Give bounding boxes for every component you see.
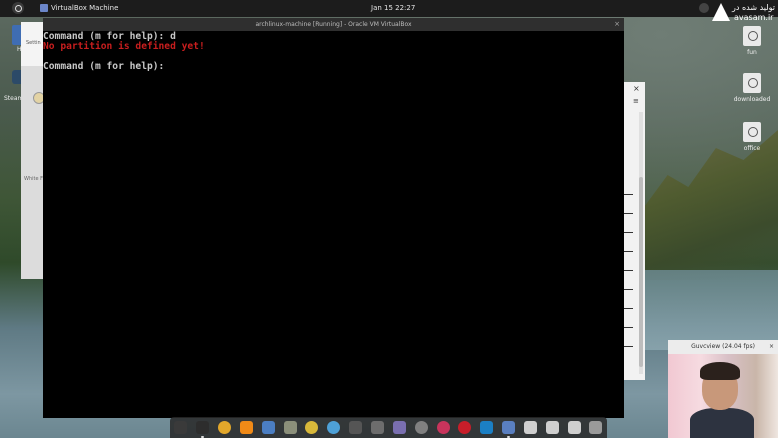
scrollbar-thumb[interactable] — [639, 177, 643, 367]
menu-icon[interactable]: ≡ — [633, 97, 639, 105]
inkscape-icon[interactable] — [371, 421, 385, 434]
watermark: تولید شده در avasam.ir — [712, 1, 778, 23]
opera-icon[interactable] — [458, 421, 472, 434]
desktop-icon-office[interactable]: office — [732, 122, 772, 152]
close-icon[interactable]: × — [633, 84, 640, 93]
drive-icon — [743, 122, 761, 142]
desktop-icon-label: fun — [747, 49, 757, 56]
trash-icon[interactable] — [589, 421, 603, 434]
drive-icon[interactable] — [523, 421, 537, 434]
close-icon[interactable]: × — [614, 18, 620, 31]
ruler-ticks — [623, 194, 637, 365]
desktop-icon-label: downloaded — [733, 96, 771, 103]
close-icon[interactable]: × — [769, 340, 774, 354]
virtualbox-icon[interactable] — [502, 421, 516, 438]
record-icon[interactable] — [436, 421, 450, 434]
webcam-titlebar[interactable]: Guvcview (24.04 fps) × — [668, 340, 778, 354]
webcam-title: Guvcview (24.04 fps) — [691, 343, 755, 350]
terminal-icon[interactable] — [196, 421, 210, 438]
dock — [170, 417, 607, 438]
settings-text-fragment: White F — [24, 176, 44, 182]
system-tray-icon[interactable] — [699, 3, 709, 13]
virtualbox-icon — [40, 4, 48, 12]
chrome-icon[interactable] — [218, 421, 232, 434]
drive-icon — [743, 73, 761, 93]
app-grid-icon[interactable] — [174, 421, 188, 434]
settings-title-fragment: Settin — [26, 40, 41, 46]
background-window[interactable]: × ≡ — [622, 82, 645, 380]
app-menu-label: VirtualBox Machine — [51, 4, 119, 12]
window-title: archlinux-machine [Running] - Oracle VM … — [255, 21, 412, 28]
drive-icon[interactable] — [567, 421, 581, 434]
webcam-video — [668, 354, 778, 438]
files-icon[interactable] — [283, 421, 297, 434]
console-line: No partition is defined yet! — [43, 41, 205, 52]
settings-window[interactable] — [21, 22, 45, 279]
activities-button[interactable] — [12, 2, 24, 14]
settings-icon[interactable] — [414, 421, 428, 434]
headphones-icon[interactable] — [261, 421, 275, 434]
desktop-icon-label: office — [743, 145, 761, 152]
top-panel: VirtualBox Machine Jan 15 22:27 — [0, 0, 778, 17]
person-hair — [700, 362, 740, 380]
desktop-icon-fun[interactable]: fun — [732, 26, 772, 56]
network-icon[interactable] — [392, 421, 406, 434]
desktop-icon-downloaded[interactable]: downloaded — [732, 73, 772, 103]
watermark-site: avasam.ir — [734, 13, 774, 22]
color-wheel-icon[interactable] — [327, 421, 341, 434]
virtualbox-window[interactable]: archlinux-machine [Running] - Oracle VM … — [43, 18, 624, 418]
vlc-icon[interactable] — [239, 421, 253, 434]
vm-console[interactable]: Command (m for help): d No partition is d… — [43, 32, 205, 72]
clock[interactable]: Jan 15 22:27 — [371, 4, 415, 12]
vscode-icon[interactable] — [480, 421, 494, 434]
watermark-text: تولید شده در — [732, 3, 776, 12]
person-body — [690, 408, 754, 438]
drive-icon — [743, 26, 761, 46]
watermark-logo-icon — [712, 3, 730, 21]
app-menu[interactable]: VirtualBox Machine — [40, 4, 118, 12]
window-titlebar[interactable]: archlinux-machine [Running] - Oracle VM … — [43, 18, 624, 31]
webcam-window[interactable]: Guvcview (24.04 fps) × — [668, 340, 778, 438]
console-line: Command (m for help): — [43, 61, 165, 72]
disc-icon[interactable] — [305, 421, 319, 434]
game-icon[interactable] — [349, 421, 363, 434]
drive-icon[interactable] — [545, 421, 559, 434]
